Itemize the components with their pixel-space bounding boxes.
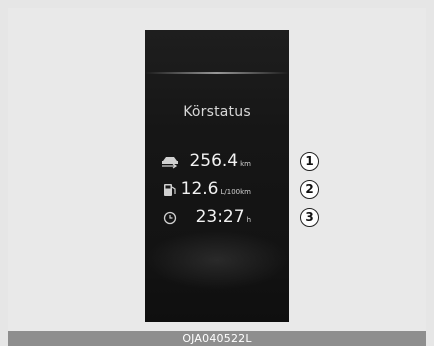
screen-title: Körstatus: [183, 104, 251, 120]
time-unit: h: [246, 216, 251, 224]
distance-value: 256.4 km: [189, 151, 251, 171]
time-value: 23:27 h: [195, 207, 251, 227]
display-glow: [145, 230, 289, 290]
clock-icon: [161, 210, 179, 225]
trip-row-fuel: 12.6 L/100km: [145, 178, 289, 200]
figure-caption-bar: OJA040522L: [8, 331, 426, 346]
trip-row-distance: 256.4 km: [145, 150, 289, 172]
distance-icon: [161, 154, 179, 169]
display-top-divider: [145, 72, 289, 74]
fuel-value: 12.6 L/100km: [180, 179, 252, 199]
callout-badge-3: 3: [300, 208, 319, 227]
callout-badge-2: 2: [300, 180, 319, 199]
fuel-unit: L/100km: [220, 188, 252, 196]
figure-code: OJA040522L: [182, 332, 252, 345]
fuel-pump-icon: [161, 182, 179, 196]
distance-unit: km: [240, 160, 251, 168]
cluster-display: Körstatus 256.4 km 12.6 L/100km 23:27 h: [145, 30, 289, 322]
trip-row-time: 23:27 h: [145, 206, 289, 228]
callout-badge-1: 1: [300, 152, 319, 171]
